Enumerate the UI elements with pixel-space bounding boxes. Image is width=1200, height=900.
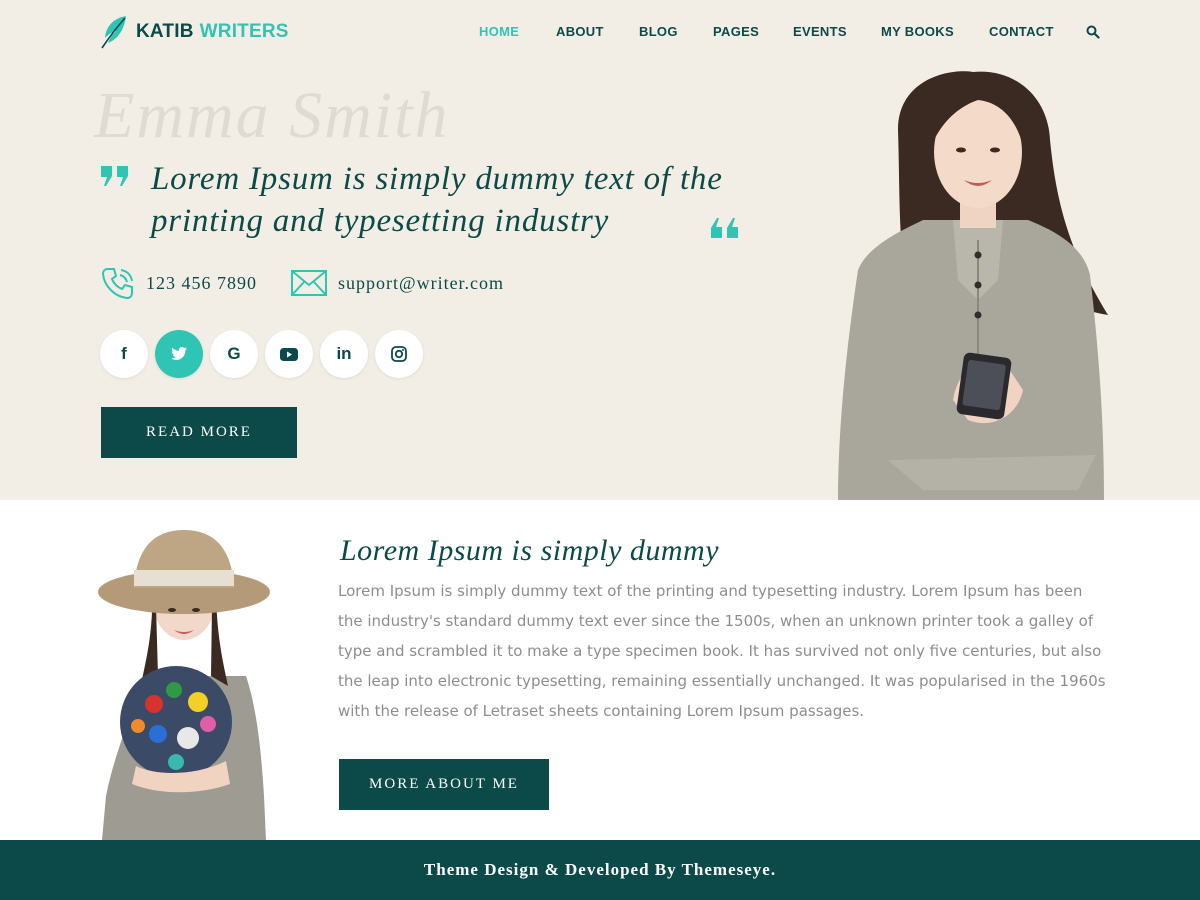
youtube-icon[interactable] bbox=[265, 330, 313, 378]
phone-number: 123 456 7890 bbox=[146, 272, 257, 293]
nav-item-contact[interactable]: CONTACT bbox=[989, 24, 1054, 39]
email-address: support@writer.com bbox=[338, 272, 505, 293]
site-footer: Theme Design & Developed By Themeseye. bbox=[0, 840, 1200, 900]
nav-item-home[interactable]: HOME bbox=[479, 24, 519, 39]
main-nav: HOME ABOUT BLOG PAGES EVENTS MY BOOKS CO… bbox=[0, 24, 1200, 42]
nav-item-events[interactable]: EVENTS bbox=[793, 24, 847, 39]
search-icon[interactable] bbox=[1086, 25, 1100, 39]
google-icon[interactable]: G bbox=[210, 330, 258, 378]
author-name-watermark: Emma Smith bbox=[94, 79, 450, 152]
facebook-icon[interactable]: f bbox=[100, 330, 148, 378]
nav-item-pages[interactable]: PAGES bbox=[713, 24, 759, 39]
instagram-icon[interactable] bbox=[375, 330, 423, 378]
hero-quote: Lorem Ipsum is simply dummy text of the … bbox=[151, 161, 723, 239]
about-heading: Lorem Ipsum is simply dummy bbox=[340, 534, 720, 567]
quote-open-icon bbox=[101, 166, 128, 186]
read-more-button[interactable]: READ MORE bbox=[101, 407, 297, 458]
social-links: f G in bbox=[100, 330, 430, 378]
envelope-icon bbox=[291, 270, 327, 296]
author-portrait bbox=[838, 71, 1108, 500]
author-photo-with-hat bbox=[98, 530, 270, 840]
nav-item-my-books[interactable]: MY BOOKS bbox=[881, 24, 954, 39]
more-about-me-button[interactable]: MORE ABOUT ME bbox=[339, 759, 549, 810]
twitter-icon[interactable] bbox=[155, 330, 203, 378]
hero-section: KATIB WRITERS HOME ABOUT BLOG PAGES EVENT… bbox=[0, 0, 1200, 500]
quote-close-icon bbox=[711, 218, 738, 238]
phone-icon bbox=[101, 268, 133, 300]
contact-phone[interactable]: 123 456 7890 bbox=[100, 264, 257, 302]
contact-email[interactable]: support@writer.com bbox=[290, 264, 504, 302]
nav-item-blog[interactable]: BLOG bbox=[639, 24, 678, 39]
footer-credit: Theme Design & Developed By Themeseye. bbox=[423, 860, 777, 879]
about-body-text: Lorem Ipsum is simply dummy text of the … bbox=[338, 582, 1106, 720]
nav-item-about[interactable]: ABOUT bbox=[556, 24, 604, 39]
linkedin-icon[interactable]: in bbox=[320, 330, 368, 378]
